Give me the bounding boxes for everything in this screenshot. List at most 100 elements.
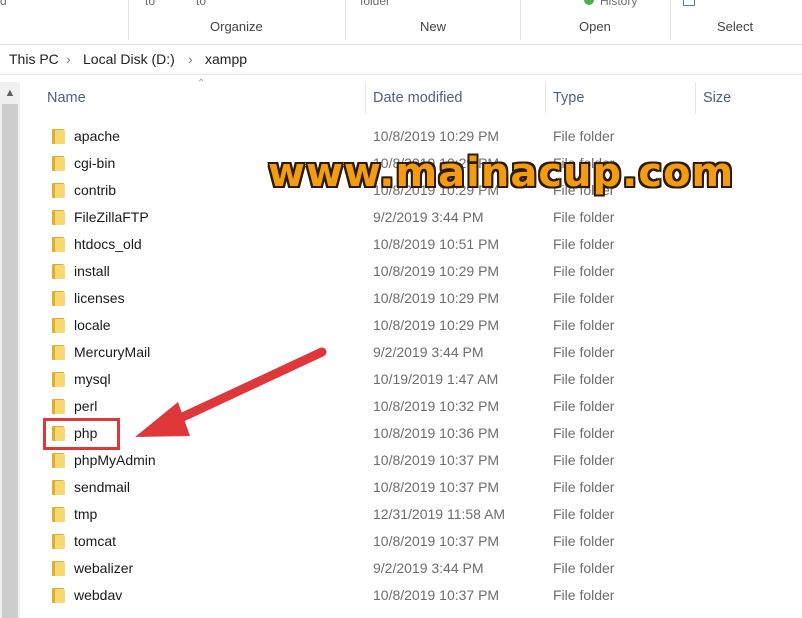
- column-divider[interactable]: [545, 82, 546, 114]
- file-type: File folder: [553, 452, 615, 468]
- file-type: File folder: [553, 263, 615, 279]
- ribbon-separator: [345, 0, 346, 40]
- ribbon: d to to Organize folder New History Open…: [0, 0, 802, 45]
- list-item[interactable]: install 10/8/2019 10:29 PM File folder: [22, 258, 802, 285]
- folder-icon: [52, 561, 65, 576]
- file-name[interactable]: mysql: [74, 371, 111, 387]
- date-modified: 9/2/2019 3:44 PM: [373, 560, 484, 576]
- new-group-label: New: [420, 19, 447, 34]
- list-item[interactable]: MercuryMail 9/2/2019 3:44 PM File folder: [22, 339, 802, 366]
- file-name[interactable]: webalizer: [74, 560, 133, 576]
- file-type: File folder: [553, 371, 615, 387]
- list-item[interactable]: locale 10/8/2019 10:29 PM File folder: [22, 312, 802, 339]
- date-modified: 10/8/2019 10:29 PM: [373, 263, 500, 279]
- folder-icon: [52, 399, 65, 414]
- column-divider[interactable]: [365, 82, 366, 114]
- file-type: File folder: [553, 236, 615, 252]
- file-name[interactable]: tmp: [74, 506, 97, 522]
- breadcrumb-local-disk[interactable]: Local Disk (D:): [83, 51, 175, 67]
- vertical-scrollbar[interactable]: ▲: [0, 82, 20, 618]
- list-item[interactable]: FileZillaFTP 9/2/2019 3:44 PM File folder: [22, 204, 802, 231]
- ribbon-separator: [520, 0, 521, 40]
- file-name[interactable]: phpMyAdmin: [74, 452, 156, 468]
- column-divider[interactable]: [695, 82, 696, 114]
- new-folder-button[interactable]: folder: [360, 0, 390, 8]
- list-item[interactable]: htdocs_old 10/8/2019 10:51 PM File folder: [22, 231, 802, 258]
- date-modified: 10/19/2019 1:47 AM: [373, 371, 499, 387]
- file-type: File folder: [553, 398, 615, 414]
- watermark-text: www.mainacup.com: [268, 150, 735, 196]
- file-type: File folder: [553, 425, 615, 441]
- breadcrumb-xampp[interactable]: xampp: [205, 51, 247, 67]
- history-button[interactable]: History: [600, 0, 637, 8]
- file-name[interactable]: webdav: [74, 587, 122, 603]
- column-header-date[interactable]: Date modified: [373, 90, 462, 106]
- file-name[interactable]: htdocs_old: [74, 236, 142, 252]
- folder-icon: [52, 156, 65, 171]
- ribbon-separator: [670, 0, 671, 40]
- copy-to-button[interactable]: to: [196, 0, 206, 8]
- list-item[interactable]: perl 10/8/2019 10:32 PM File folder: [22, 393, 802, 420]
- scroll-thumb[interactable]: [2, 104, 18, 618]
- file-name[interactable]: contrib: [74, 182, 116, 198]
- file-name[interactable]: MercuryMail: [74, 344, 150, 360]
- folder-icon: [52, 588, 65, 603]
- file-type: File folder: [553, 533, 615, 549]
- file-name[interactable]: licenses: [74, 290, 125, 306]
- file-type: File folder: [553, 344, 615, 360]
- file-name[interactable]: FileZillaFTP: [74, 209, 149, 225]
- ribbon-separator: [128, 0, 129, 40]
- list-item[interactable]: tomcat 10/8/2019 10:37 PM File folder: [22, 528, 802, 555]
- column-header-name[interactable]: Name: [47, 90, 86, 106]
- ribbon-partial-label: d: [0, 0, 7, 8]
- file-type: File folder: [553, 290, 615, 306]
- file-type: File folder: [553, 209, 615, 225]
- folder-icon: [52, 345, 65, 360]
- breadcrumb-this-pc[interactable]: This PC: [9, 51, 59, 67]
- folder-icon: [52, 183, 65, 198]
- column-header-type[interactable]: Type: [553, 90, 584, 106]
- chevron-right-icon[interactable]: ›: [66, 51, 71, 67]
- list-item[interactable]: phpMyAdmin 10/8/2019 10:37 PM File folder: [22, 447, 802, 474]
- file-name[interactable]: locale: [74, 317, 111, 333]
- list-item[interactable]: sendmail 10/8/2019 10:37 PM File folder: [22, 474, 802, 501]
- folder-icon: [52, 264, 65, 279]
- date-modified: 10/8/2019 10:29 PM: [373, 317, 500, 333]
- select-icon[interactable]: [683, 0, 695, 10]
- file-name[interactable]: perl: [74, 398, 97, 414]
- file-type: File folder: [553, 560, 615, 576]
- select-group-label: Select: [717, 19, 754, 34]
- scroll-up-arrow-icon[interactable]: ▲: [0, 82, 20, 104]
- list-item[interactable]: webalizer 9/2/2019 3:44 PM File folder: [22, 555, 802, 582]
- folder-icon: [52, 480, 65, 495]
- date-modified: 10/8/2019 10:29 PM: [373, 290, 500, 306]
- list-item[interactable]: apache 10/8/2019 10:29 PM File folder: [22, 123, 802, 150]
- date-modified: 12/31/2019 11:58 AM: [373, 506, 506, 522]
- date-modified: 10/8/2019 10:37 PM: [373, 479, 500, 495]
- sort-ascending-icon: ⌃: [197, 78, 206, 89]
- chevron-right-icon[interactable]: ›: [188, 51, 193, 67]
- list-item[interactable]: php 10/8/2019 10:36 PM File folder: [22, 420, 802, 447]
- history-icon[interactable]: [582, 0, 596, 10]
- file-type: File folder: [553, 587, 615, 603]
- date-modified: 10/8/2019 10:29 PM: [373, 128, 500, 144]
- file-name[interactable]: install: [74, 263, 110, 279]
- address-bar[interactable]: This PC › Local Disk (D:) › xampp: [0, 45, 802, 75]
- file-name[interactable]: sendmail: [74, 479, 130, 495]
- column-header-size[interactable]: Size: [703, 90, 731, 106]
- file-name[interactable]: tomcat: [74, 533, 116, 549]
- file-type: File folder: [553, 506, 615, 522]
- file-name[interactable]: apache: [74, 128, 120, 144]
- list-item[interactable]: mysql 10/19/2019 1:47 AM File folder: [22, 366, 802, 393]
- list-item[interactable]: licenses 10/8/2019 10:29 PM File folder: [22, 285, 802, 312]
- folder-icon: [52, 453, 65, 468]
- list-item[interactable]: tmp 12/31/2019 11:58 AM File folder: [22, 501, 802, 528]
- move-to-button[interactable]: to: [145, 0, 155, 8]
- date-modified: 9/2/2019 3:44 PM: [373, 344, 484, 360]
- folder-icon: [52, 507, 65, 522]
- file-name[interactable]: cgi-bin: [74, 155, 115, 171]
- folder-icon: [52, 534, 65, 549]
- file-type: File folder: [553, 128, 615, 144]
- file-name[interactable]: php: [74, 425, 97, 441]
- list-item[interactable]: webdav 10/8/2019 10:37 PM File folder: [22, 582, 802, 609]
